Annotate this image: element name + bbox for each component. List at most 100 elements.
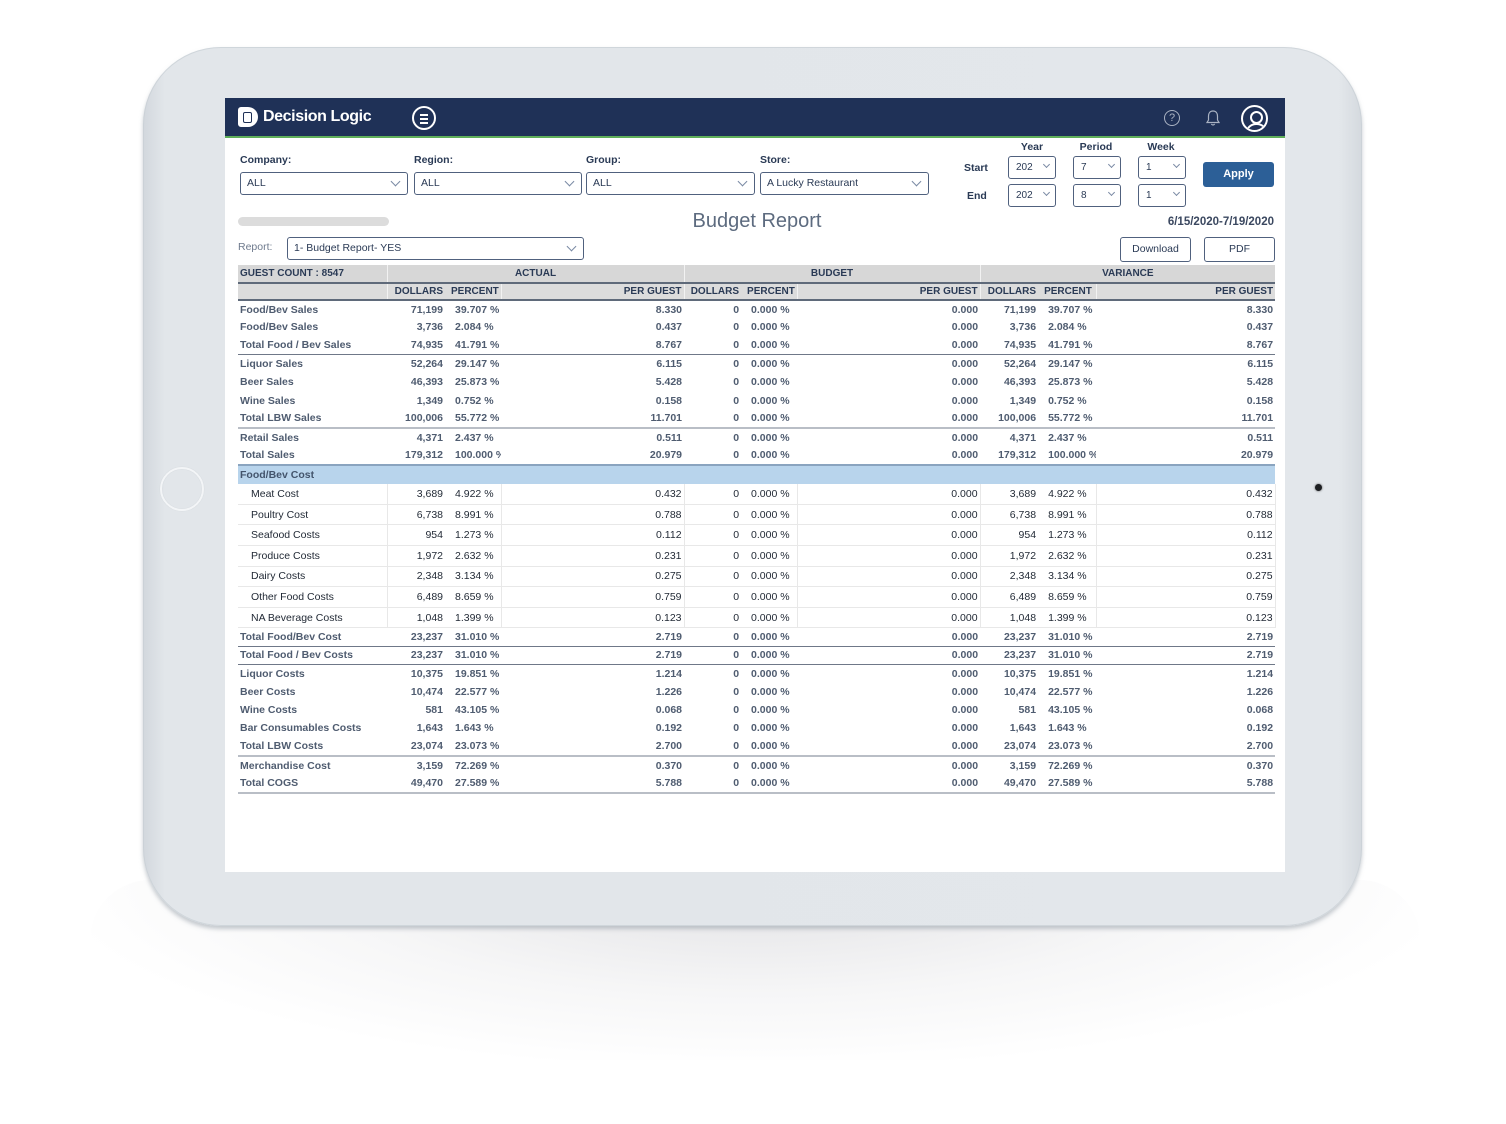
actual-percent: 55.772 %	[455, 412, 500, 425]
variance-dollars: 49,470	[980, 774, 1039, 794]
start-period-select[interactable]: 7	[1073, 156, 1121, 179]
row-label: Wine Sales	[240, 394, 296, 407]
report-select[interactable]: 1- Budget Report- YES	[287, 237, 584, 260]
variance-percent: 41.791 %	[1048, 339, 1093, 352]
budget-dollars: 0	[684, 545, 742, 567]
actual-per-guest: 0.437	[655, 321, 683, 334]
chevron-down-icon	[737, 176, 748, 187]
top-navbar: Decision Logic ?	[225, 98, 1285, 138]
budget-percent: 0.000 %	[741, 427, 798, 447]
actual-dollars: 954	[387, 524, 445, 546]
budget-per-guest: 0.000	[951, 321, 979, 334]
budget-per-guest: 0.000	[797, 427, 981, 447]
budget-dollars: 0	[684, 586, 742, 608]
budget-per-guest: 0.000	[797, 566, 981, 588]
row-label: Total LBW Sales	[240, 412, 322, 425]
variance-per-guest: 0.112	[1096, 524, 1276, 546]
actual-per-guest: 0.192	[655, 722, 683, 735]
end-year-select[interactable]: 202	[1008, 184, 1056, 207]
pdf-button[interactable]: PDF	[1204, 237, 1275, 262]
row-label: Merchandise Cost	[238, 754, 387, 775]
budget-report-table: GUEST COUNT : 8547 ACTUAL BUDGET VARIANC…	[238, 265, 1276, 794]
company-select[interactable]: ALL	[240, 172, 408, 195]
actual-dollars: 10,375	[387, 663, 445, 683]
actual-dollars: 1,048	[387, 607, 445, 629]
download-button[interactable]: Download	[1120, 237, 1191, 262]
help-button[interactable]: ?	[1162, 98, 1182, 138]
budget-per-guest: 0.000	[951, 630, 979, 643]
end-period-select[interactable]: 8	[1073, 184, 1121, 207]
table-row: Total Sales 179,312 100.000 % 20.979 0 0.000 …	[238, 446, 1275, 464]
brand[interactable]: Decision Logic	[238, 107, 372, 127]
budget-dollars: 0	[733, 303, 740, 316]
variance-dollars: 23,237	[980, 645, 1039, 665]
budget-per-guest: 0.000	[797, 607, 981, 629]
budget-dollars: 0	[733, 321, 740, 334]
actual-percent: 23.073 %	[455, 740, 500, 753]
variance-dollars: 6,489	[980, 586, 1039, 608]
budget-dollars: 0	[733, 685, 740, 698]
table-row: Liquor Costs 10,375 19.851 % 1.214 0 0.000 % 0…	[238, 663, 1276, 683]
row-label: Bar Consumables Costs	[240, 722, 362, 735]
actual-dollars: 581	[425, 704, 443, 717]
actual-percent: 27.589 %	[445, 774, 501, 794]
table-row: Beer Costs 10,474 22.577 % 1.226 0 0.000 % 0.0…	[238, 683, 1275, 701]
variance-percent: 1.643 %	[1048, 722, 1087, 735]
table-row: Total Food / Bev Sales 74,935 41.791 % 8.76…	[238, 337, 1275, 355]
actual-percent: 29.147 %	[445, 354, 501, 374]
end-week-select[interactable]: 1	[1138, 184, 1186, 207]
variance-per-guest: 0.788	[1096, 504, 1276, 526]
actual-percent: 31.010 %	[445, 645, 501, 665]
variance-percent: 22.577 %	[1048, 685, 1093, 698]
row-label: NA Beverage Costs	[238, 607, 388, 629]
budget-dollars: 0	[733, 412, 740, 425]
region-select[interactable]: ALL	[414, 172, 582, 195]
actual-percent: 1.273 %	[445, 524, 502, 546]
group-select[interactable]: ALL	[586, 172, 755, 195]
table-row: NA Beverage Costs 1,048 1.399 % 0.123 0 0.000…	[238, 607, 1276, 629]
variance-percent: 8.659 %	[1038, 586, 1097, 608]
budget-per-guest: 0.000	[951, 449, 979, 462]
actual-dollars: 23,237	[387, 645, 445, 665]
actual-per-guest: 0.112	[501, 524, 685, 546]
budget-percent: 0.000 %	[741, 566, 798, 588]
variance-per-guest: 0.123	[1096, 607, 1276, 629]
budget-per-guest: 0.000	[951, 394, 979, 407]
actual-percent: 39.707 %	[455, 303, 500, 316]
apply-button[interactable]: Apply	[1203, 162, 1274, 187]
account-button[interactable]	[1240, 98, 1268, 138]
budget-dollars: 0	[684, 354, 742, 374]
variance-percent: 4.922 %	[1038, 483, 1097, 505]
row-label: Beer Sales	[240, 376, 294, 389]
variance-percent: 2.632 %	[1038, 545, 1097, 567]
variance-dollars: 46,393	[1003, 376, 1037, 389]
budget-dollars-header: DOLLARS	[683, 283, 742, 301]
budget-dollars: 0	[684, 645, 742, 665]
row-label: Total LBW Costs	[240, 740, 324, 753]
variance-percent: 39.707 %	[1048, 303, 1093, 316]
budget-percent: 0.000 %	[751, 303, 790, 316]
start-week-select[interactable]: 1	[1138, 156, 1186, 179]
budget-per-guest: 0.000	[797, 645, 981, 665]
actual-per-guest: 20.979	[649, 449, 683, 462]
guest-count: GUEST COUNT : 8547	[238, 265, 387, 284]
report-label: Report:	[238, 241, 273, 253]
store-select[interactable]: A Lucky Restaurant	[760, 172, 929, 195]
variance-per-guest: 0.068	[1246, 704, 1274, 717]
variance-per-guest: 0.370	[1096, 754, 1276, 775]
budget-per-guest: 0.000	[951, 722, 979, 735]
budget-percent: 0.000 %	[741, 524, 798, 546]
budget-dollars: 0	[684, 524, 742, 546]
variance-per-guest: 0.275	[1096, 566, 1276, 588]
week-header: Week	[1147, 141, 1175, 153]
actual-dollars: 52,264	[387, 354, 445, 374]
actual-per-guest: 0.158	[655, 394, 683, 407]
start-year-select[interactable]: 202	[1008, 156, 1056, 179]
variance-per-guest: 0.192	[1246, 722, 1274, 735]
actual-percent: 2.632 %	[445, 545, 502, 567]
budget-dollars: 0	[684, 427, 742, 447]
hamburger-menu-icon[interactable]	[412, 106, 436, 130]
notifications-button[interactable]	[1203, 98, 1223, 138]
chevron-down-icon	[390, 176, 401, 187]
budget-percent: 0.000 %	[751, 630, 790, 643]
